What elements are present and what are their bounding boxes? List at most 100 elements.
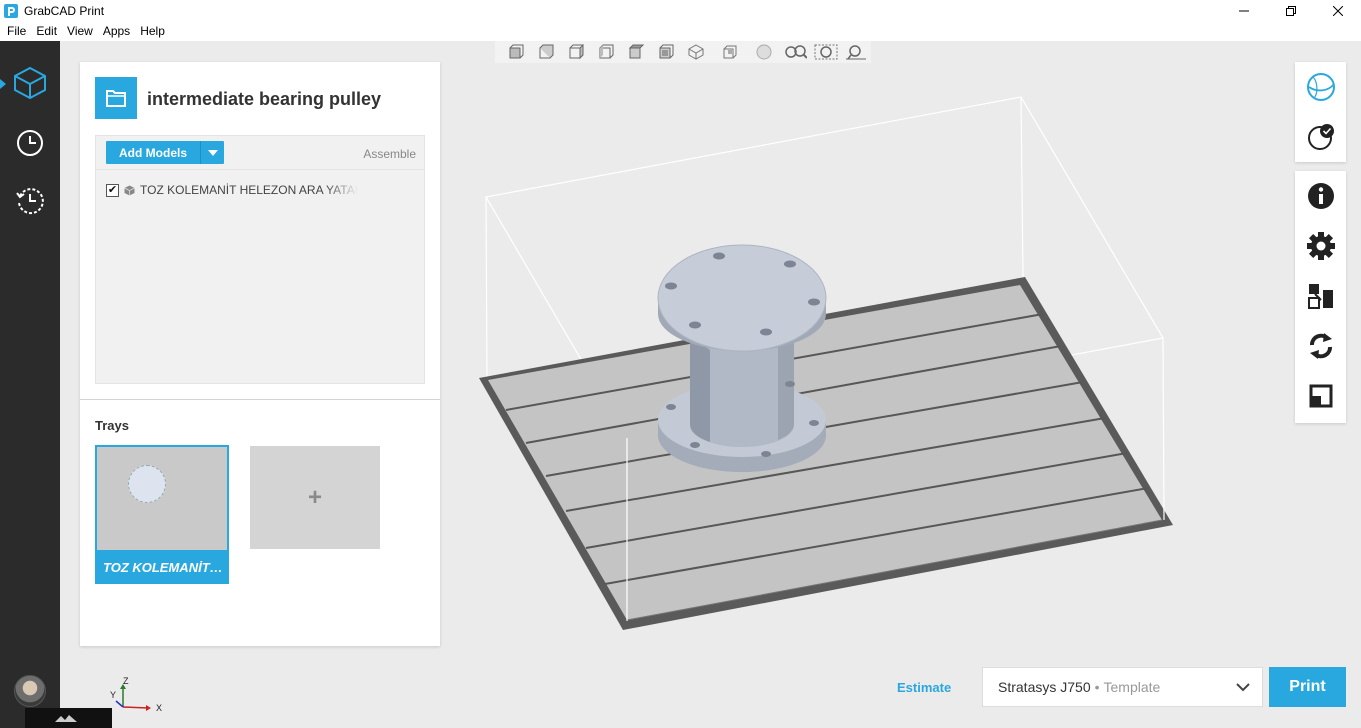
view-left-button[interactable] — [561, 42, 591, 62]
view-fit-icon — [723, 45, 737, 59]
zoom-icon — [785, 45, 807, 59]
view-toolbar — [495, 41, 871, 63]
printer-mode: Template — [1103, 679, 1161, 695]
settings-button[interactable] — [1295, 224, 1346, 268]
printer-name: Stratasys J750 — [998, 679, 1091, 695]
menu-help[interactable]: Help — [135, 24, 170, 38]
view-back-icon — [539, 44, 554, 59]
restore-icon — [1285, 5, 1296, 16]
add-models-label: Add Models — [119, 145, 187, 160]
globe-icon — [1306, 73, 1335, 101]
cube-icon — [14, 66, 46, 100]
assemble-button[interactable]: Assemble — [363, 147, 416, 161]
view-fit-button[interactable] — [715, 42, 745, 62]
print-button[interactable]: Print — [1269, 667, 1346, 707]
sphere-shading-button[interactable] — [749, 42, 779, 62]
tray-name: TOZ KOLEMANİT HELEZON ARA YATAK — [103, 560, 223, 575]
zoom-button[interactable] — [781, 42, 811, 62]
menu-file[interactable]: File — [2, 24, 31, 38]
add-models-dropdown[interactable] — [200, 141, 224, 164]
close-button[interactable] — [1314, 0, 1361, 21]
part-cube-icon — [124, 185, 135, 195]
project-folder-button[interactable] — [95, 77, 137, 119]
zoom-selection-button[interactable] — [811, 42, 841, 62]
clock-icon — [17, 130, 43, 156]
scale-icon — [1309, 384, 1332, 408]
zoom-fit-icon — [846, 45, 866, 60]
chevron-down-icon — [207, 149, 218, 156]
add-tray-button[interactable]: + — [250, 446, 380, 549]
chevron-down-icon — [1236, 683, 1250, 692]
axis-y-label: Y — [110, 690, 116, 700]
printer-separator: • — [1094, 679, 1100, 695]
gear-icon — [1306, 232, 1335, 260]
view-right-button[interactable] — [591, 42, 621, 62]
view-back-button[interactable] — [531, 42, 561, 62]
add-models-button[interactable]: Add Models — [106, 141, 224, 164]
view-right-icon — [599, 44, 614, 59]
menu-bar: File Edit View Apps Help — [0, 21, 1361, 41]
model-name: TOZ KOLEMANİT HELEZON ARA YATAK — [140, 183, 358, 197]
history-icon — [16, 188, 44, 215]
left-rail — [0, 41, 60, 728]
info-icon — [1307, 183, 1334, 209]
right-tools-top — [1295, 62, 1346, 162]
right-tools-bottom — [1295, 171, 1346, 423]
view-top-icon — [628, 44, 644, 59]
models-list: Add Models Assemble ✔ TOZ KOLEMANİT HELE… — [95, 135, 425, 384]
rotate-icon — [1309, 333, 1332, 359]
check-status-icon — [1307, 124, 1334, 150]
view-bottom-button[interactable] — [651, 42, 681, 62]
view-top-button[interactable] — [621, 42, 651, 62]
rail-models-button[interactable] — [0, 58, 60, 108]
view-left-icon — [569, 44, 584, 60]
user-avatar[interactable] — [14, 675, 46, 707]
window-title: GrabCAD Print — [24, 3, 105, 18]
model-row[interactable]: ✔ TOZ KOLEMANİT HELEZON ARA YATAK — [106, 182, 358, 198]
print-check-button[interactable] — [1295, 115, 1346, 159]
view-iso-icon — [688, 44, 704, 60]
scale-button[interactable] — [1295, 374, 1346, 418]
build-viewport[interactable] — [460, 70, 1280, 650]
project-title: intermediate bearing pulley — [147, 89, 382, 109]
arrange-icon — [1307, 284, 1333, 309]
tray-thumbnail — [97, 447, 227, 550]
tray-part-preview — [128, 465, 166, 503]
rail-history-button[interactable] — [0, 118, 60, 168]
title-bar: GrabCAD Print — [0, 0, 1361, 21]
zoom-fit-button[interactable] — [841, 42, 871, 62]
view-front-button[interactable] — [501, 42, 531, 62]
mountain-icon — [55, 715, 77, 722]
menu-apps[interactable]: Apps — [98, 24, 135, 38]
orient-button[interactable] — [1295, 324, 1346, 368]
axis-z-label: Z — [123, 676, 129, 686]
axis-gizmo: Z Y X — [110, 676, 162, 713]
zoom-selection-icon — [814, 44, 838, 60]
project-panel: intermediate bearing pulley Add Models A… — [80, 62, 440, 646]
models-toolbar: Add Models Assemble — [96, 136, 424, 170]
rail-recent-button[interactable] — [0, 176, 60, 226]
folder-icon — [106, 90, 126, 107]
menu-view[interactable]: View — [62, 24, 98, 38]
taskbar-preview — [25, 708, 112, 728]
view-front-icon — [509, 44, 524, 59]
view-bottom-icon — [659, 44, 674, 59]
restore-button[interactable] — [1267, 0, 1314, 21]
estimate-link[interactable]: Estimate — [897, 680, 951, 695]
printer-select[interactable]: Stratasys J750 • Template — [982, 667, 1263, 707]
model-checkbox[interactable]: ✔ — [106, 183, 119, 197]
sphere-shading-icon — [756, 44, 772, 60]
minimize-button[interactable] — [1220, 0, 1267, 21]
info-button[interactable] — [1295, 174, 1346, 218]
minimize-icon — [1238, 10, 1249, 11]
view-iso-button[interactable] — [681, 42, 711, 62]
arrange-button[interactable] — [1295, 274, 1346, 318]
trays-heading: Trays — [95, 418, 129, 433]
scene-view-button[interactable] — [1295, 65, 1346, 109]
panel-divider — [80, 399, 440, 400]
tray-card-selected[interactable]: TOZ KOLEMANİT HELEZON ARA YATAK — [95, 445, 229, 584]
menu-edit[interactable]: Edit — [31, 24, 62, 38]
axis-x-label: X — [156, 703, 162, 713]
grabcad-logo-icon — [4, 3, 18, 18]
close-icon — [1332, 5, 1343, 16]
